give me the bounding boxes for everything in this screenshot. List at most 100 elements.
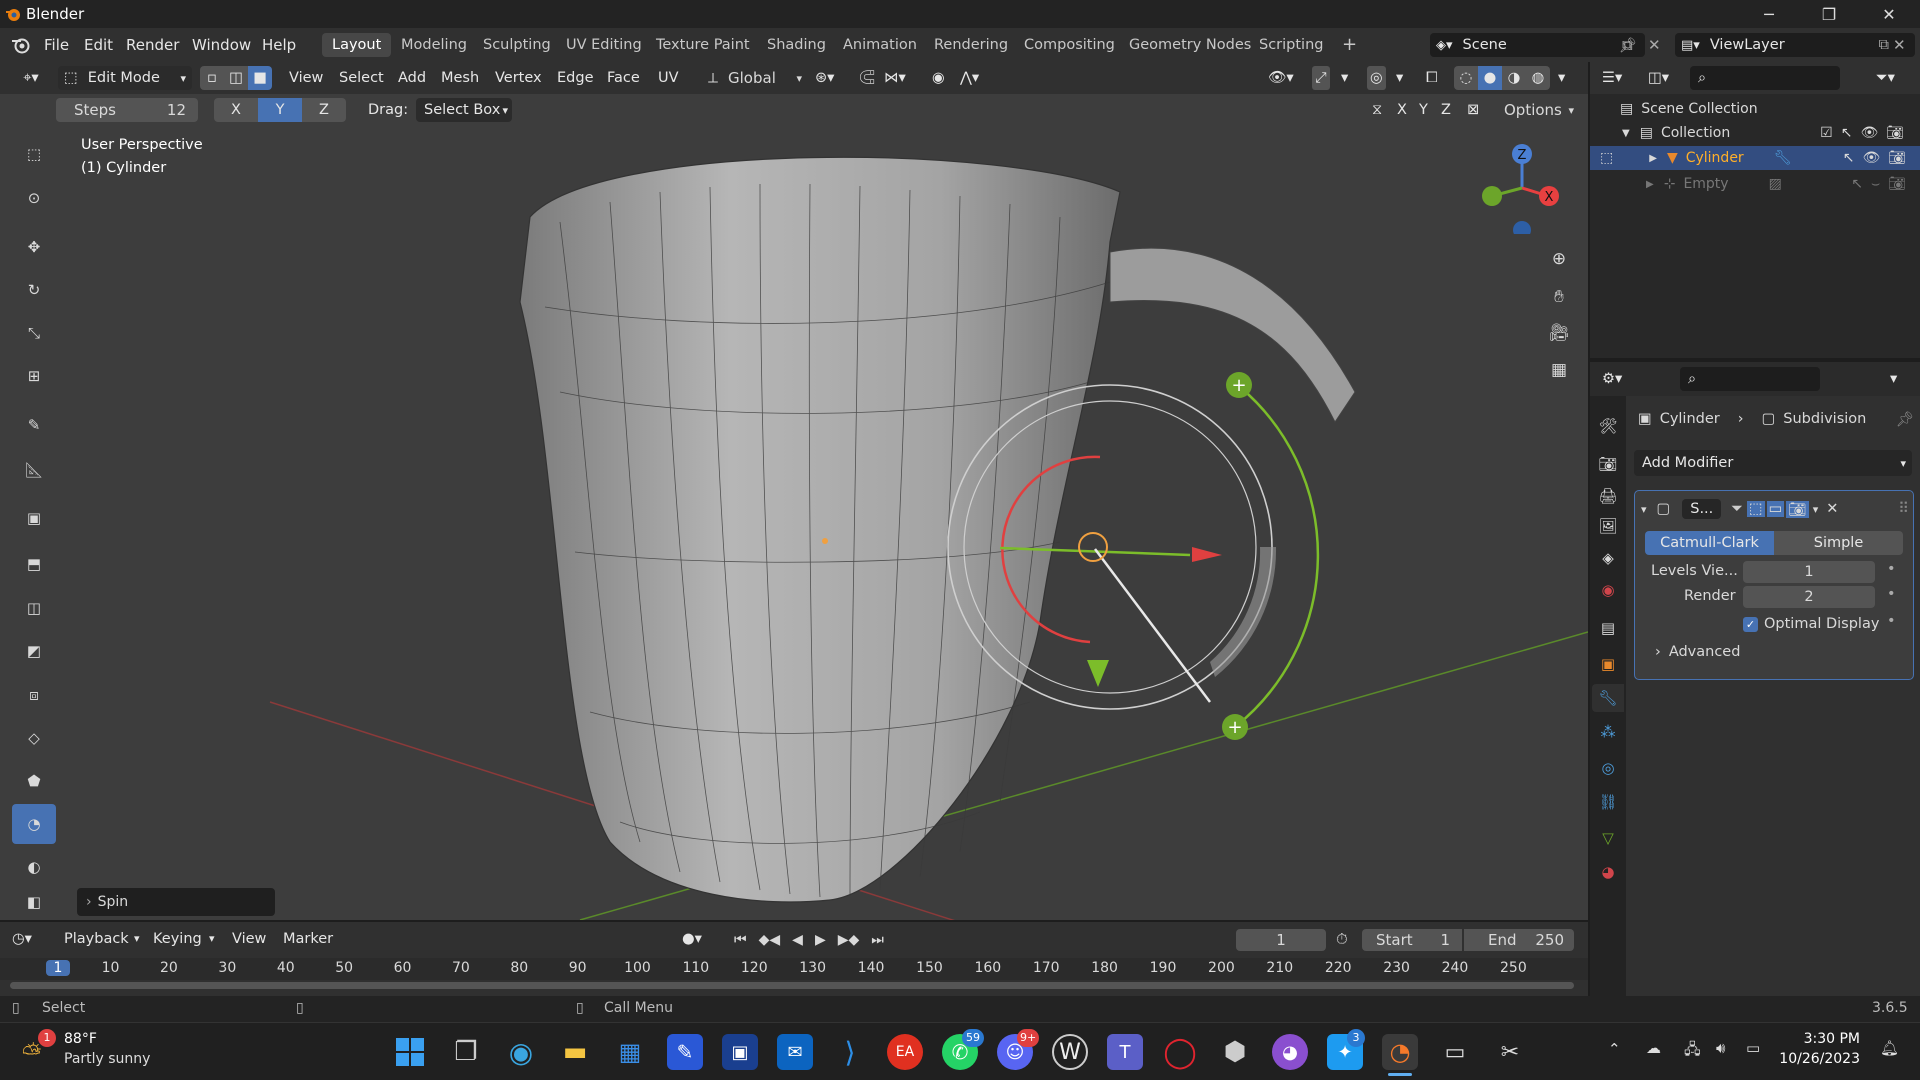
- edit-cage-icon[interactable]: ⏷: [1731, 501, 1743, 517]
- pin-icon[interactable]: 📌︎: [1896, 411, 1914, 428]
- pivot-icon[interactable]: ⊛▾: [815, 66, 834, 90]
- edge-browser-icon[interactable]: ◉: [503, 1034, 539, 1070]
- constraints-tab-icon[interactable]: ⛓︎: [1596, 790, 1620, 814]
- measure-tool[interactable]: 📐︎: [12, 450, 56, 490]
- tab-geometry-nodes[interactable]: Geometry Nodes: [1119, 33, 1261, 57]
- expand-icon[interactable]: ▶: [1646, 179, 1654, 190]
- xray-icon[interactable]: ⧠: [1426, 66, 1438, 90]
- object-tab-icon[interactable]: ▣: [1596, 652, 1620, 676]
- empty-toggles[interactable]: ↖⌣📷︎: [1851, 176, 1914, 192]
- jump-end-icon[interactable]: ⏭: [871, 932, 884, 948]
- collection-toggles[interactable]: ☑↖👁︎📷︎: [1820, 125, 1912, 141]
- collection-tab-icon[interactable]: ▤: [1596, 616, 1620, 640]
- mirror-y[interactable]: Y: [1419, 98, 1428, 122]
- render-levels-field[interactable]: 2: [1743, 586, 1875, 608]
- tab-rendering[interactable]: Rendering: [924, 33, 1018, 57]
- wireframe-shading-icon[interactable]: ◌: [1454, 66, 1478, 90]
- cylinder-toggles[interactable]: ↖👁︎📷︎: [1843, 150, 1914, 166]
- menu-window[interactable]: Window: [182, 28, 261, 62]
- checkbox-checked-icon[interactable]: ✓: [1743, 616, 1758, 632]
- ms-teams-app-icon[interactable]: ✎: [667, 1034, 703, 1070]
- 3d-viewport[interactable]: + + User Perspective (1) Cylinder Z X ⊕ …: [0, 62, 1588, 920]
- overlay-dropdown-icon[interactable]: ▾: [1396, 66, 1403, 90]
- terminal-icon[interactable]: ▭: [1437, 1034, 1473, 1070]
- add-cube-tool[interactable]: ▣: [12, 498, 56, 538]
- keyframe-dot-icon[interactable]: •: [1887, 613, 1896, 629]
- keyframe-dot-icon[interactable]: •: [1887, 586, 1896, 602]
- ea-app-icon[interactable]: EA: [887, 1034, 923, 1070]
- material-tab-icon[interactable]: ◕: [1596, 860, 1620, 884]
- outlook-icon[interactable]: ✉: [777, 1034, 813, 1070]
- tab-scripting[interactable]: Scripting: [1249, 33, 1333, 57]
- data-tab-icon[interactable]: ▽: [1596, 826, 1620, 850]
- tab-modeling[interactable]: Modeling: [391, 33, 477, 57]
- frame-ruler[interactable]: 1 10 20 30 40 50 60 70 80 90 100 110 120 130 140 150 160…: [0, 958, 1588, 980]
- shading-group[interactable]: ◌ ● ◑ ◍: [1454, 66, 1550, 90]
- menu-vertex[interactable]: Vertex: [495, 66, 542, 90]
- jump-start-icon[interactable]: ⏮: [734, 932, 747, 948]
- close-button[interactable]: ✕: [1866, 0, 1912, 28]
- new-scene-icon[interactable]: ⧉: [1622, 36, 1633, 54]
- levels-viewport-field[interactable]: 1: [1743, 561, 1875, 583]
- menu-add[interactable]: Add: [398, 66, 426, 90]
- blender-menu-icon[interactable]: [11, 36, 31, 54]
- battery-icon[interactable]: ▭: [1746, 1039, 1760, 1057]
- collapse-icon[interactable]: ▾: [1641, 503, 1647, 516]
- edge-select-icon[interactable]: ◫: [224, 66, 248, 90]
- tab-texture-paint[interactable]: Texture Paint: [646, 33, 760, 57]
- stopwatch-icon[interactable]: ⏱︎: [1336, 930, 1348, 948]
- tab-animation[interactable]: Animation: [833, 33, 927, 57]
- volume-icon[interactable]: 🔊︎: [1716, 1039, 1725, 1057]
- properties-options-icon[interactable]: ▾: [1890, 367, 1897, 391]
- timeline-scrollbar[interactable]: [10, 982, 1574, 989]
- timeline-editor-icon[interactable]: ◷▾: [12, 927, 32, 951]
- camera-view-icon[interactable]: 🎥︎: [1546, 320, 1572, 346]
- wordpress-icon[interactable]: W: [1052, 1034, 1088, 1070]
- falloff-icon[interactable]: ⋀▾: [960, 66, 979, 90]
- mirror-x[interactable]: X: [1397, 98, 1407, 122]
- remove-modifier-icon[interactable]: ✕: [1826, 501, 1838, 517]
- opera-icon[interactable]: ◯: [1162, 1034, 1198, 1070]
- scale-tool[interactable]: ⤡: [12, 313, 56, 353]
- render-tab-icon[interactable]: 📷︎: [1596, 452, 1620, 476]
- expand-icon[interactable]: ▶: [1649, 153, 1657, 164]
- menu-face[interactable]: Face: [607, 66, 640, 90]
- unity-hub-icon[interactable]: ⬢: [1217, 1034, 1253, 1070]
- network-icon[interactable]: 🖧︎: [1684, 1039, 1701, 1064]
- editor-type-icon[interactable]: ⌖▾: [12, 66, 50, 90]
- tool-tab-icon[interactable]: 🛠︎: [1596, 414, 1620, 438]
- prev-keyframe-icon[interactable]: ◆◀: [759, 932, 781, 948]
- current-frame-field[interactable]: 1: [1236, 929, 1326, 951]
- minimize-button[interactable]: ─: [1746, 0, 1792, 28]
- next-keyframe-icon[interactable]: ▶◆: [838, 932, 860, 948]
- menu-edge[interactable]: Edge: [557, 66, 594, 90]
- pan-hand-icon[interactable]: ✋︎: [1546, 284, 1572, 310]
- snap-icon[interactable]: 🧲︎: [858, 66, 876, 90]
- tab-layout[interactable]: Layout: [322, 33, 392, 57]
- new-viewlayer-icon[interactable]: ⧉: [1879, 37, 1889, 53]
- options-dropdown[interactable]: Options ▾: [1496, 98, 1574, 122]
- loop-cut-tool[interactable]: ⧈: [12, 675, 56, 715]
- overlay-toggle-icon[interactable]: ◎: [1367, 66, 1386, 90]
- properties-search[interactable]: ⌕: [1680, 367, 1820, 391]
- extrude-tool[interactable]: ⬒: [12, 544, 56, 584]
- last-operator-panel[interactable]: › Spin: [77, 888, 275, 916]
- optimal-display-checkbox[interactable]: ✓ Optimal Display: [1743, 613, 1879, 635]
- modifier-name-field[interactable]: S...: [1682, 499, 1722, 519]
- news-app-icon[interactable]: ▣: [722, 1034, 758, 1070]
- orientation-selector[interactable]: ⟂ Global ▾: [708, 66, 802, 90]
- end-frame-field[interactable]: End 250: [1464, 929, 1574, 951]
- task-view-icon[interactable]: ❐: [448, 1034, 484, 1070]
- collection-row[interactable]: ▼ ▤ Collection ☑↖👁︎📷︎: [1622, 122, 1918, 144]
- clock-date[interactable]: 10/26/2023: [1778, 1051, 1860, 1067]
- keyframe-dot-icon[interactable]: •: [1887, 561, 1896, 577]
- mode-selector[interactable]: ⬚ Edit Mode ▾: [58, 66, 192, 90]
- scene-selector[interactable]: ◈▾ Scene 📌︎: [1430, 33, 1645, 57]
- expand-icon[interactable]: ▼: [1622, 128, 1630, 139]
- steps-field[interactable]: Steps 12: [56, 98, 198, 122]
- modifier-menu-icon[interactable]: ▾: [1813, 503, 1819, 516]
- menu-select[interactable]: Select: [339, 66, 384, 90]
- subdivision-type-group[interactable]: Catmull-Clark Simple: [1645, 531, 1903, 555]
- solid-shading-icon[interactable]: ●: [1478, 66, 1502, 90]
- gizmo-dropdown-icon[interactable]: ▾: [1341, 66, 1348, 90]
